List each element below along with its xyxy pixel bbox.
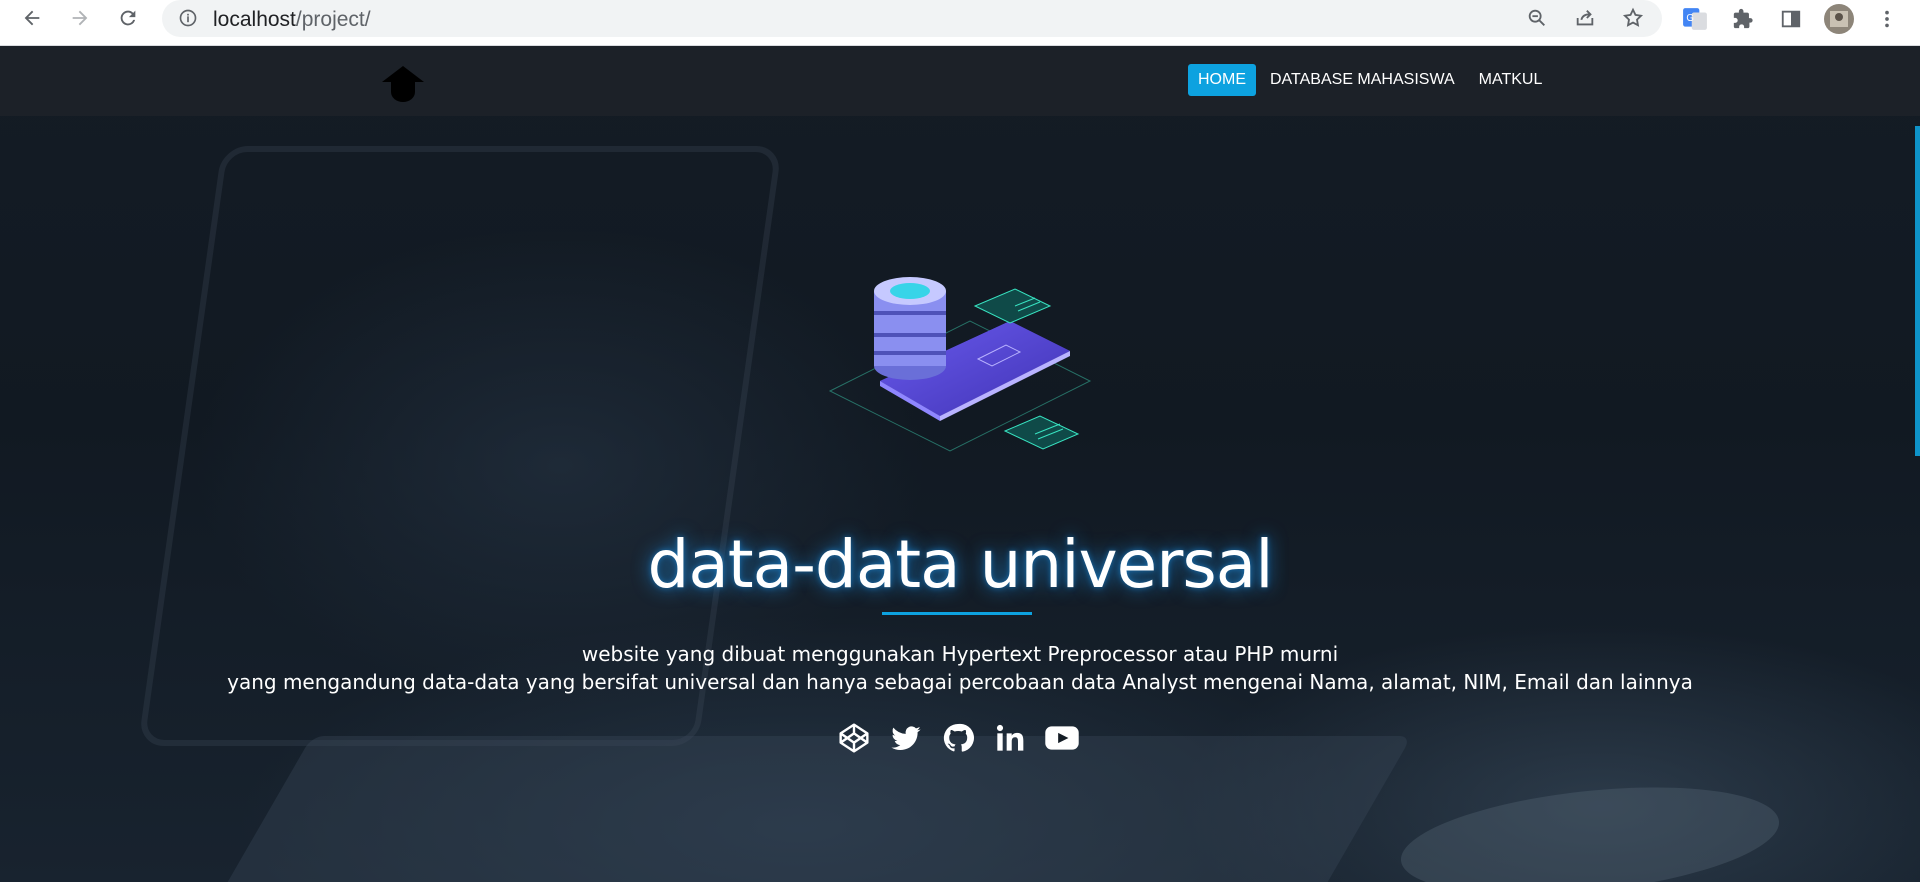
github-icon[interactable] bbox=[940, 720, 976, 756]
db-cylinder bbox=[874, 277, 946, 380]
graduation-cap-logo-icon[interactable] bbox=[380, 64, 426, 104]
browser-menu-icon[interactable] bbox=[1872, 4, 1902, 34]
youtube-icon[interactable] bbox=[1044, 720, 1080, 756]
svg-text:G: G bbox=[1686, 13, 1694, 24]
url-host: localhost bbox=[213, 8, 296, 31]
background-laptop-keyboard bbox=[208, 736, 1412, 882]
database-server-illustration bbox=[820, 251, 1100, 481]
page-scrollbar[interactable] bbox=[1915, 126, 1920, 456]
share-icon[interactable] bbox=[1571, 4, 1599, 32]
browser-toolbar: localhost/project/ G bbox=[0, 0, 1920, 46]
back-icon[interactable] bbox=[14, 0, 50, 36]
url-path: /project/ bbox=[295, 8, 371, 31]
forward-icon[interactable] bbox=[62, 0, 98, 36]
nav-home[interactable]: HOME bbox=[1188, 64, 1256, 96]
website-viewport: HOME DATABASE MAHASISWA MATKUL data-data… bbox=[0, 46, 1920, 882]
social-links bbox=[836, 720, 1080, 756]
nav-database-mahasiswa[interactable]: DATABASE MAHASISWA bbox=[1260, 64, 1465, 96]
zoom-icon[interactable] bbox=[1523, 4, 1551, 32]
extensions-icon[interactable] bbox=[1728, 4, 1758, 34]
main-menu: HOME DATABASE MAHASISWA MATKUL bbox=[1188, 64, 1556, 96]
hero-title: data-data universal bbox=[647, 526, 1273, 603]
nav-matkul[interactable]: MATKUL bbox=[1469, 64, 1553, 96]
translate-extension-icon[interactable]: G bbox=[1680, 4, 1710, 34]
address-bar[interactable]: localhost/project/ bbox=[162, 0, 1662, 37]
title-underline bbox=[882, 612, 1032, 615]
profile-avatar[interactable] bbox=[1824, 4, 1854, 34]
url-text: localhost/project/ bbox=[213, 8, 371, 32]
codepen-icon[interactable] bbox=[836, 720, 872, 756]
linkedin-icon[interactable] bbox=[992, 720, 1028, 756]
hero-description-line1: website yang dibuat menggunakan Hypertex… bbox=[581, 642, 1339, 666]
site-info-icon[interactable] bbox=[178, 8, 198, 33]
side-panel-icon[interactable] bbox=[1776, 4, 1806, 34]
site-navbar: HOME DATABASE MAHASISWA MATKUL bbox=[0, 46, 1920, 116]
bookmark-star-icon[interactable] bbox=[1619, 4, 1647, 32]
hero-description-line2: yang mengandung data-data yang bersifat … bbox=[227, 670, 1693, 694]
twitter-icon[interactable] bbox=[888, 720, 924, 756]
reload-icon[interactable] bbox=[110, 0, 146, 36]
